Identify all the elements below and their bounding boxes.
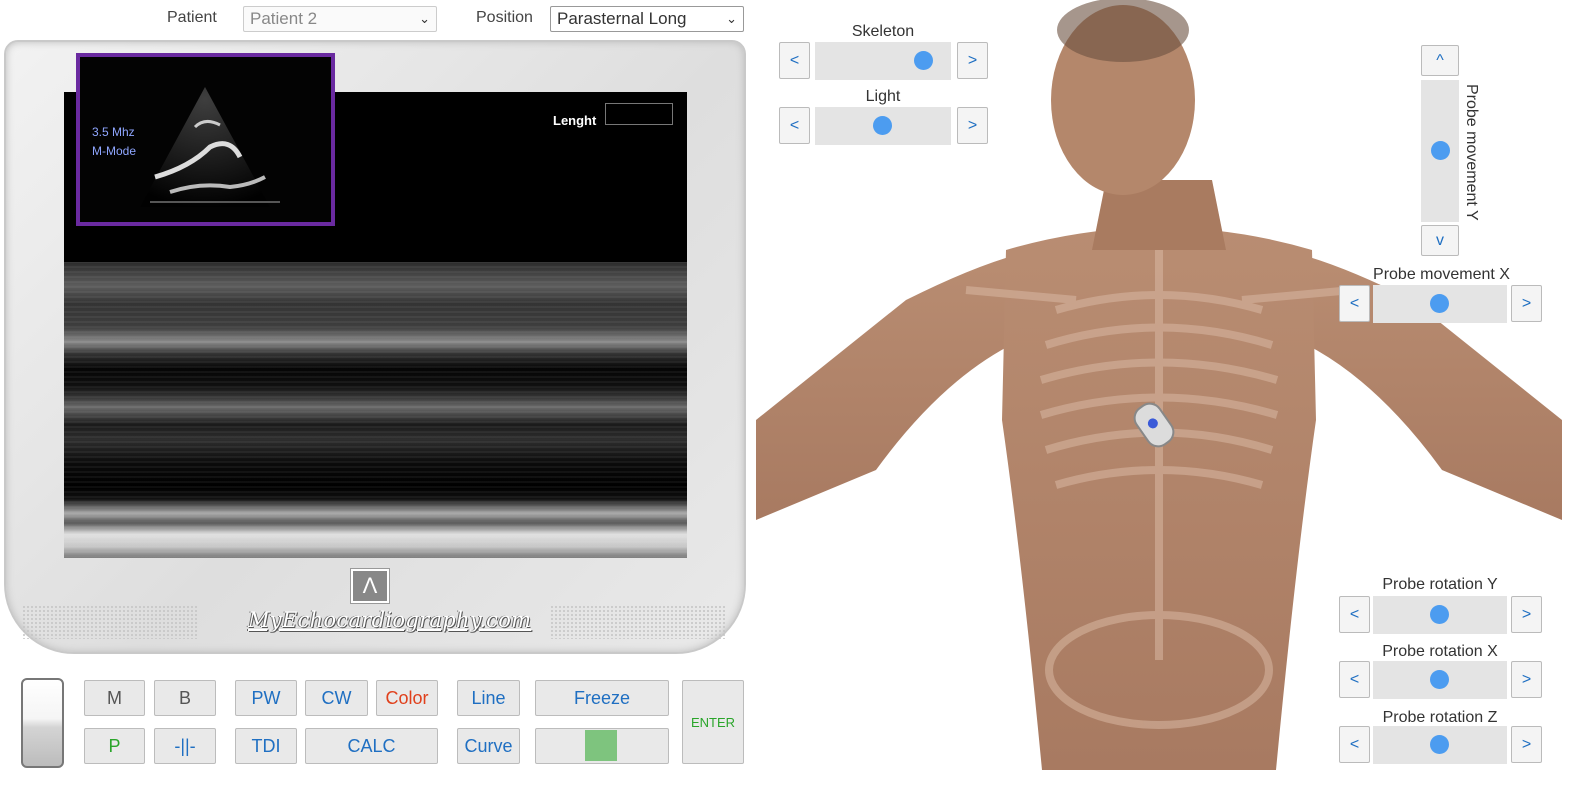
probe-rotation-y-decrease-button[interactable]: <	[1339, 596, 1370, 633]
p-button[interactable]: P	[84, 728, 145, 764]
skeleton-decrease-button[interactable]: <	[779, 42, 810, 79]
probe-rotation-z-increase-button[interactable]: >	[1511, 726, 1542, 763]
skeleton-label: Skeleton	[851, 23, 915, 40]
probe-movement-x-slider-thumb[interactable]	[1430, 294, 1449, 313]
skeleton-slider-track[interactable]	[815, 42, 951, 80]
curve-button[interactable]: Curve	[457, 728, 520, 764]
light-decrease-button[interactable]: <	[779, 107, 810, 144]
patient-select-value: Patient 2	[250, 9, 318, 28]
chevron-down-icon: ⌄	[419, 11, 430, 26]
line-button[interactable]: Line	[457, 680, 520, 716]
patient-label: Patient	[167, 9, 217, 26]
chevron-down-icon: ⌄	[726, 11, 737, 26]
probe-movement-x-increase-button[interactable]: >	[1511, 285, 1542, 322]
probe-movement-y-slider-track[interactable]	[1421, 80, 1459, 222]
site-name: MyEchocardiography.com	[248, 608, 532, 632]
split-button[interactable]: -||-	[154, 728, 216, 764]
status-indicator-light	[585, 730, 617, 761]
probe-rotation-x-label: Probe rotation X	[1382, 643, 1498, 660]
probe-movement-y-down-button[interactable]: v	[1421, 225, 1459, 256]
probe-rotation-y-label: Probe rotation Y	[1382, 576, 1498, 593]
probe-rotation-z-decrease-button[interactable]: <	[1339, 726, 1370, 763]
cw-button[interactable]: CW	[305, 680, 368, 716]
probe-movement-x-label: Probe movement X	[1373, 266, 1510, 283]
frequency-readout: 3.5 Mhz	[92, 125, 135, 139]
probe-rotation-z-label: Probe rotation Z	[1382, 709, 1498, 726]
skeleton-increase-button[interactable]: >	[957, 42, 988, 79]
probe-rotation-x-decrease-button[interactable]: <	[1339, 661, 1370, 698]
probe-rotation-y-slider-thumb[interactable]	[1430, 605, 1449, 624]
b-button[interactable]: B	[154, 680, 216, 716]
probe-movement-y-up-button[interactable]: ^	[1421, 45, 1459, 76]
length-label: Lenght	[553, 113, 597, 128]
probe-rotation-x-slider-track[interactable]	[1373, 661, 1507, 699]
probe-rotation-y-increase-button[interactable]: >	[1511, 596, 1542, 633]
position-select[interactable]: Parasternal Long ⌄	[550, 6, 744, 32]
right-speaker-grille	[550, 605, 725, 639]
brand-logo-icon: Λ	[351, 569, 389, 603]
position-label: Position	[476, 9, 533, 26]
patient-select[interactable]: Patient 2 ⌄	[243, 6, 437, 32]
probe-movement-x-decrease-button[interactable]: <	[1339, 285, 1370, 322]
probe-movement-x-slider-track[interactable]	[1373, 285, 1507, 323]
tdi-button[interactable]: TDI	[235, 728, 297, 764]
freeze-button[interactable]: Freeze	[535, 680, 669, 716]
probe-rotation-y-slider-track[interactable]	[1373, 596, 1507, 634]
skeleton-slider-thumb[interactable]	[914, 51, 933, 70]
light-increase-button[interactable]: >	[957, 107, 988, 144]
probe-rotation-x-slider-thumb[interactable]	[1430, 670, 1449, 689]
echo-sector-image	[140, 87, 280, 207]
m-button[interactable]: M	[84, 680, 145, 716]
probe-movement-y-slider-thumb[interactable]	[1431, 141, 1450, 160]
mode-readout: M-Mode	[92, 144, 137, 158]
calc-button[interactable]: CALC	[305, 728, 438, 764]
light-slider-track[interactable]	[815, 107, 951, 145]
probe-rotation-z-slider-track[interactable]	[1373, 726, 1507, 764]
pw-button[interactable]: PW	[235, 680, 297, 716]
color-button[interactable]: Color	[376, 680, 438, 716]
probe-rotation-z-slider-thumb[interactable]	[1430, 735, 1449, 754]
light-label: Light	[865, 88, 901, 105]
light-slider-thumb[interactable]	[873, 116, 892, 135]
position-select-value: Parasternal Long	[557, 9, 687, 28]
length-value-box	[605, 103, 673, 125]
m-mode-trace	[64, 262, 687, 558]
2d-preview-inset	[76, 53, 335, 226]
probe-rotation-x-increase-button[interactable]: >	[1511, 661, 1542, 698]
enter-button[interactable]: ENTER	[682, 680, 744, 764]
probe-movement-y-label: Probe movement Y	[1463, 84, 1480, 221]
left-speaker-grille	[22, 605, 197, 639]
power-switch[interactable]	[21, 678, 64, 768]
